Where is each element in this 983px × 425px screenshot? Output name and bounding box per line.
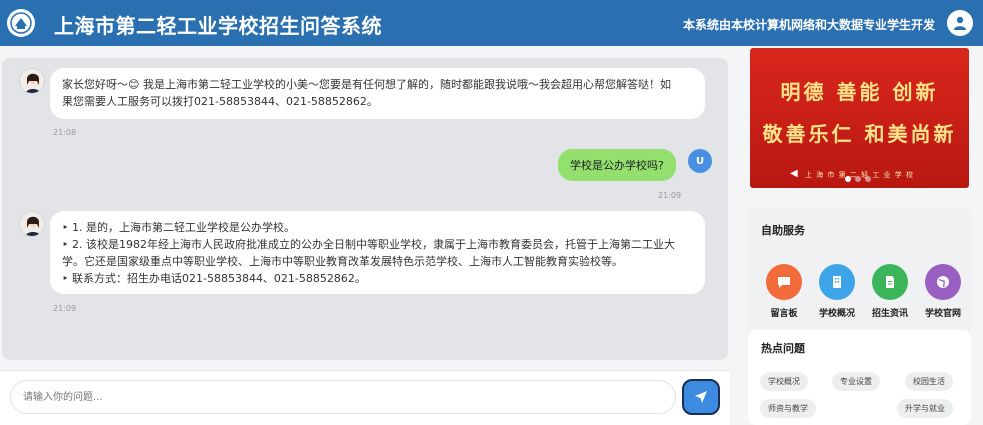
carousel-dot[interactable] <box>865 176 871 182</box>
hot-topic-tag[interactable]: 升学与就业 <box>897 399 953 418</box>
service-official-website[interactable]: 学校官网 <box>918 264 968 319</box>
message-line: 家长您好呀～😊 我是上海市第二轻工业学校的小美～您要是有任何想了解的，随时都能跟… <box>62 78 671 91</box>
service-message-board[interactable]: 留言板 <box>759 264 809 319</box>
bot-avatar <box>19 211 45 237</box>
send-icon <box>695 391 707 403</box>
user-message: 学校是公办学校吗? <box>558 149 676 181</box>
service-admission-info[interactable]: 招生资讯 <box>865 264 915 319</box>
bot-message: 家长您好呀～😊 我是上海市第二轻工业学校的小美～您要是有任何想了解的，随时都能跟… <box>50 68 705 119</box>
hot-topic-tag[interactable]: 校园生活 <box>905 372 953 391</box>
send-button[interactable] <box>682 379 720 415</box>
globe-icon <box>925 264 961 300</box>
banner-motto-line1: 明德 善能 创新 <box>780 80 939 104</box>
chat-window[interactable]: 家长您好呀～😊 我是上海市第二轻工业学校的小美～您要是有任何想了解的，随时都能跟… <box>2 58 728 360</box>
input-bar <box>0 370 730 425</box>
message-line: ‣ 1. 是的，上海市第二轻工业学校是公办学校。 <box>62 221 295 234</box>
self-service-panel: 自助服务 留言板 学校概况 招生资讯 学校官网 热点问题 学校概况 专业设置 校… <box>748 208 971 425</box>
bot-avatar <box>19 68 45 94</box>
message-time: 21:09 <box>53 304 77 313</box>
self-service-title: 自助服务 <box>761 224 805 237</box>
school-banner[interactable]: 明德 善能 创新 敬善乐仁 和美尚新 ◀ 上 海 市 第 二 轻 工 业 学 校 <box>750 48 969 188</box>
banner-motto-line2: 敬善乐仁 和美尚新 <box>762 122 957 146</box>
app-header: 上海市第二轻工业学校招生问答系统 本系统由本校计算机网络和大数据专业学生开发 <box>0 0 983 46</box>
message-line: ‣ 联系方式：招生办电话021-58853844、021-58852862。 <box>62 272 366 285</box>
developer-note: 本系统由本校计算机网络和大数据专业学生开发 <box>682 18 935 32</box>
service-school-overview[interactable]: 学校概况 <box>812 264 862 319</box>
hot-topics-box: 热点问题 学校概况 专业设置 校园生活 师资与教学 升学与就业 <box>748 330 971 425</box>
chat-bubble-icon <box>766 264 802 300</box>
hot-topics-title: 热点问题 <box>761 342 805 355</box>
hot-topic-tag[interactable]: 专业设置 <box>832 372 880 391</box>
carousel-dot[interactable] <box>845 176 851 182</box>
bot-message: ‣ 1. 是的，上海市第二轻工业学校是公办学校。 ‣ 2. 该校是1982年经上… <box>50 211 705 294</box>
message-line: 果您需要人工服务可以拨打021-58853844、021-58852862。 <box>62 95 378 108</box>
question-input[interactable] <box>10 380 676 414</box>
page-title: 上海市第二轻工业学校招生问答系统 <box>54 14 382 38</box>
service-label: 留言板 <box>770 309 798 319</box>
service-label: 学校概况 <box>818 309 855 319</box>
hot-topic-tag[interactable]: 师资与教学 <box>760 399 816 418</box>
message-time: 21:09 <box>658 191 682 200</box>
document-icon <box>872 264 908 300</box>
user-avatar: U <box>688 149 712 173</box>
message-line: 学。它还是国家级重点中等职业学校、上海市中等职业教育改革发展特色示范学校、上海市… <box>62 255 623 268</box>
school-logo-icon <box>7 9 35 37</box>
user-icon[interactable] <box>947 10 973 36</box>
service-label: 招生资讯 <box>871 309 908 319</box>
hot-topic-tag[interactable]: 学校概况 <box>760 372 808 391</box>
message-time: 21:08 <box>53 128 77 137</box>
service-label: 学校官网 <box>924 309 961 319</box>
building-icon <box>819 264 855 300</box>
carousel-dots[interactable] <box>845 176 871 182</box>
carousel-dot[interactable] <box>855 176 861 182</box>
message-line: ‣ 2. 该校是1982年经上海市人民政府批准成立的公办全日制中等职业学校，隶属… <box>62 238 675 251</box>
